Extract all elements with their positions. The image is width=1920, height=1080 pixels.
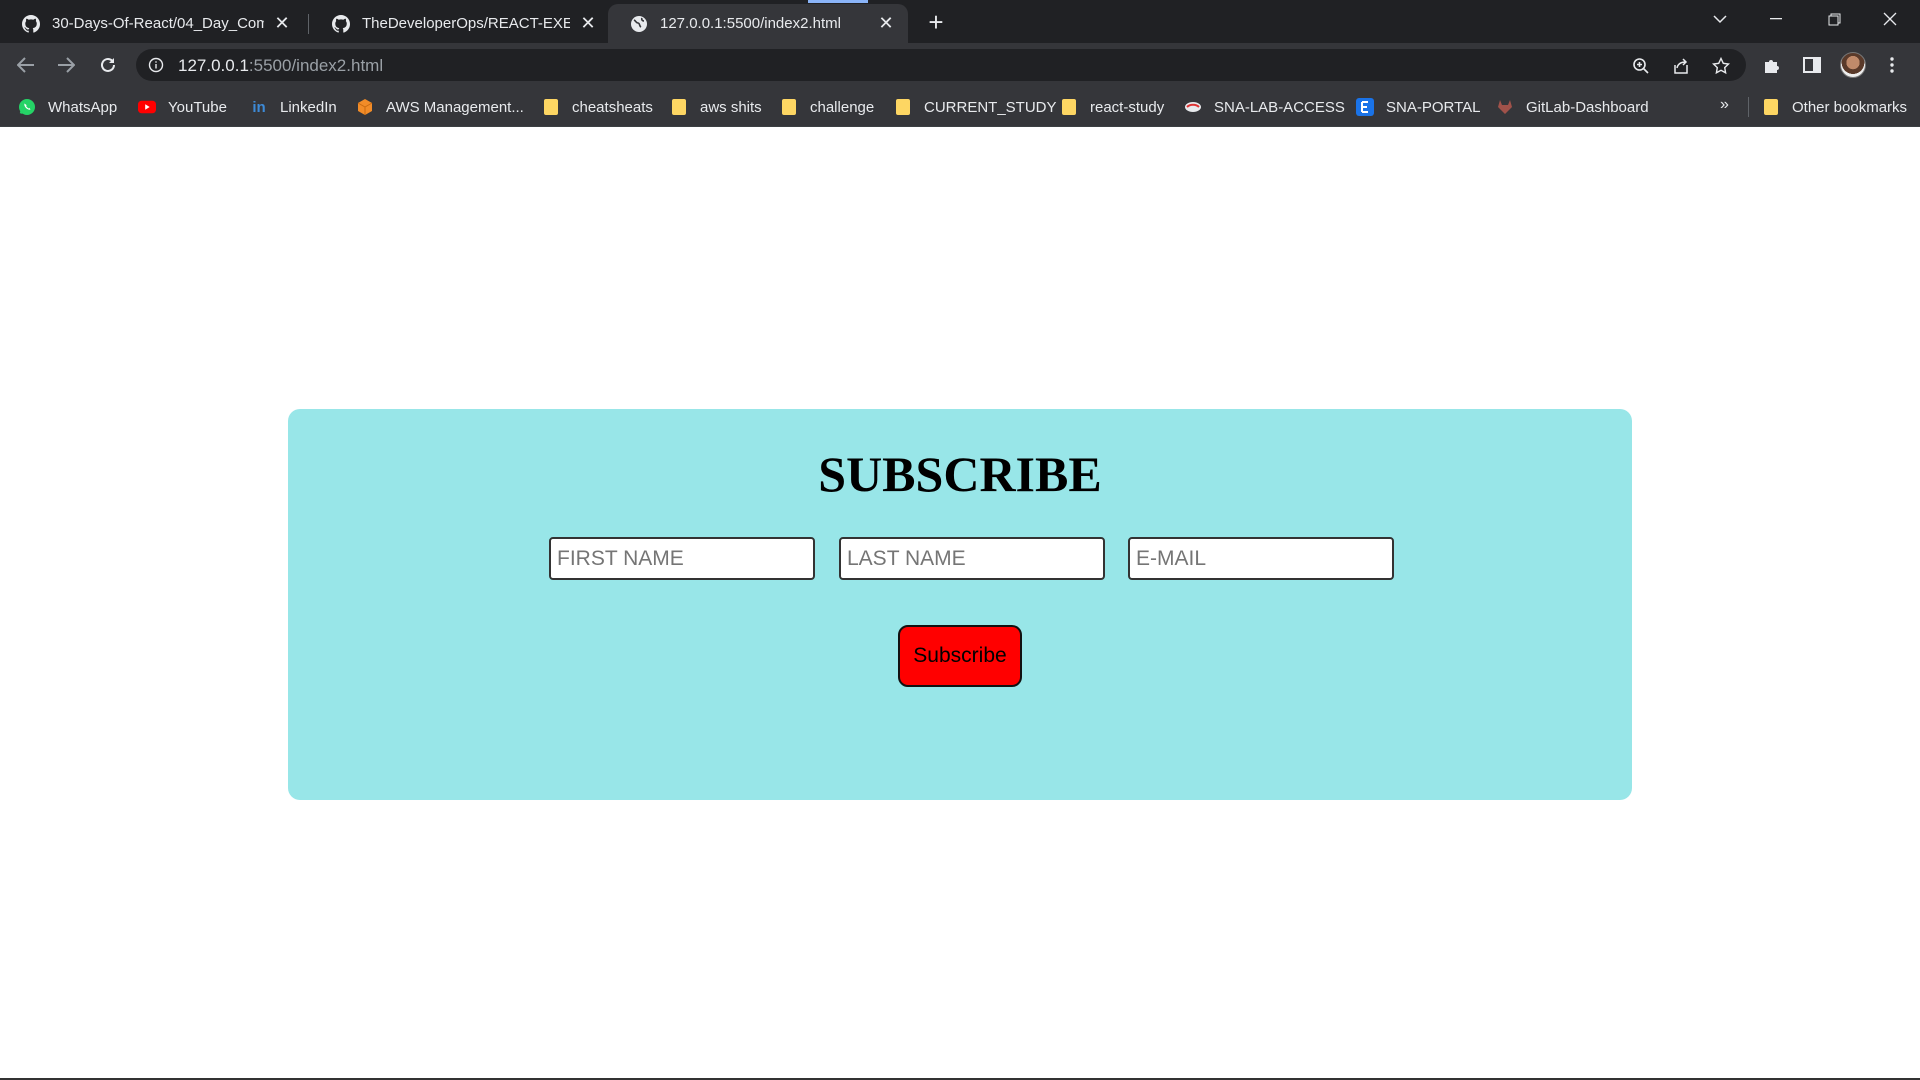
- kebab-menu-icon[interactable]: [1880, 53, 1904, 77]
- aws-icon: [356, 98, 374, 116]
- bookmark-label: SNA-PORTAL: [1386, 98, 1481, 116]
- page-viewport: SUBSCRIBE Subscribe: [0, 128, 1920, 1080]
- address-bar[interactable]: 127.0.0.1:5500/index2.html: [136, 49, 1746, 81]
- bookmark-aws-management[interactable]: AWS Management...: [356, 97, 524, 117]
- tab-divider: [308, 14, 309, 34]
- url-host: 127.0.0.1: [178, 56, 249, 75]
- site-info-icon[interactable]: [148, 57, 164, 73]
- bookmark-sna-lab-access[interactable]: SNA-LAB-ACCESS: [1184, 97, 1345, 117]
- bookmark-star-icon[interactable]: [1710, 55, 1732, 77]
- tab-30-days-of-react[interactable]: 30-Days-Of-React/04_Day_Comp ✕: [0, 4, 304, 43]
- reload-icon[interactable]: [92, 49, 124, 81]
- bookmark-linkedin[interactable]: in LinkedIn: [250, 97, 337, 117]
- youtube-icon: [138, 98, 156, 116]
- bookmark-folder-aws-shits[interactable]: aws shits: [670, 97, 762, 117]
- browser-toolbar: 127.0.0.1:5500/index2.html: [0, 43, 1920, 87]
- tab-title: 127.0.0.1:5500/index2.html: [660, 15, 841, 32]
- bookmark-label: aws shits: [700, 98, 762, 116]
- restore-icon[interactable]: [1806, 0, 1862, 38]
- folder-icon: [670, 98, 688, 116]
- tab-search-chevron-icon[interactable]: [1692, 0, 1748, 38]
- new-tab-button[interactable]: +: [922, 8, 950, 36]
- tab-index2-active[interactable]: 127.0.0.1:5500/index2.html ✕: [608, 4, 908, 43]
- extensions-puzzle-icon[interactable]: [1760, 53, 1784, 77]
- bookmark-label: SNA-LAB-ACCESS: [1214, 98, 1345, 116]
- url-text: 127.0.0.1:5500/index2.html: [178, 56, 383, 76]
- bookmark-label: YouTube: [168, 98, 227, 116]
- zoom-icon[interactable]: [1630, 55, 1652, 77]
- close-icon[interactable]: ✕: [272, 13, 292, 34]
- bookmark-label: LinkedIn: [280, 98, 337, 116]
- bookmark-folder-challenge[interactable]: challenge: [780, 97, 874, 117]
- bookmark-folder-cheatsheats[interactable]: cheatsheats: [542, 97, 653, 117]
- bookmark-label: WhatsApp: [48, 98, 118, 116]
- bookmark-youtube[interactable]: YouTube: [138, 97, 227, 117]
- bookmarks-bar: WhatsApp YouTube in LinkedIn AWS Managem…: [0, 87, 1920, 127]
- first-name-input[interactable]: [549, 537, 815, 580]
- gitlab-icon: [1496, 98, 1514, 116]
- side-panel-icon[interactable]: [1800, 53, 1824, 77]
- url-path: :5500/index2.html: [248, 56, 384, 75]
- email-input[interactable]: [1128, 537, 1394, 580]
- whatsapp-icon: [18, 98, 36, 116]
- bookmark-other-bookmarks[interactable]: Other bookmarks: [1762, 97, 1907, 117]
- bookmark-folder-react-study[interactable]: react-study: [1060, 97, 1164, 117]
- bookmark-sna-portal[interactable]: SNA-PORTAL: [1356, 97, 1480, 117]
- github-icon: [332, 14, 350, 33]
- subscribe-heading: SUBSCRIBE: [818, 446, 1102, 502]
- subscribe-button[interactable]: Subscribe: [898, 625, 1022, 687]
- sna-lab-icon: [1184, 98, 1202, 116]
- globe-icon: [630, 15, 648, 33]
- minimize-icon[interactable]: [1748, 0, 1804, 38]
- linkedin-icon: in: [252, 98, 266, 116]
- tab-developerops-react-exercises[interactable]: TheDeveloperOps/REACT-EXERCI ✕: [310, 4, 610, 43]
- bookmark-label: react-study: [1090, 98, 1165, 116]
- bookmark-label: cheatsheats: [572, 98, 653, 116]
- folder-icon: [1762, 98, 1780, 116]
- bookmark-label: challenge: [810, 98, 875, 116]
- tab-strip: 30-Days-Of-React/04_Day_Comp ✕ TheDevelo…: [0, 0, 1920, 43]
- more-bookmarks-chevron-icon[interactable]: »: [1720, 96, 1729, 114]
- bookmark-gitlab-dashboard[interactable]: GitLab-Dashboard: [1496, 97, 1649, 117]
- bookmark-whatsapp[interactable]: WhatsApp: [18, 97, 117, 117]
- window-close-icon[interactable]: [1862, 0, 1918, 38]
- back-arrow-icon[interactable]: [10, 49, 42, 81]
- folder-icon: [780, 98, 798, 116]
- last-name-input[interactable]: [839, 537, 1105, 580]
- close-icon[interactable]: ✕: [578, 13, 598, 34]
- folder-icon: [542, 98, 560, 116]
- tab-loading-indicator: [808, 0, 868, 3]
- bookmark-label: CURRENT_STUDY: [924, 98, 1057, 116]
- subscribe-card: SUBSCRIBE Subscribe: [288, 409, 1632, 800]
- share-icon[interactable]: [1670, 55, 1692, 77]
- bookmark-label: AWS Management...: [386, 98, 524, 116]
- tab-title: 30-Days-Of-React/04_Day_Comp: [52, 15, 264, 32]
- close-icon[interactable]: ✕: [876, 13, 896, 34]
- github-icon: [22, 14, 40, 33]
- bookmark-label: GitLab-Dashboard: [1526, 98, 1649, 116]
- sna-portal-icon: [1356, 98, 1374, 116]
- tab-title: TheDeveloperOps/REACT-EXERCI: [362, 15, 570, 32]
- bookmark-label: Other bookmarks: [1792, 98, 1908, 116]
- bookmark-folder-current-study[interactable]: CURRENT_STUDY: [894, 97, 1057, 117]
- profile-avatar[interactable]: [1840, 52, 1866, 78]
- bookmarks-divider: [1748, 97, 1749, 117]
- forward-arrow-icon[interactable]: [50, 49, 82, 81]
- folder-icon: [894, 98, 912, 116]
- folder-icon: [1060, 98, 1078, 116]
